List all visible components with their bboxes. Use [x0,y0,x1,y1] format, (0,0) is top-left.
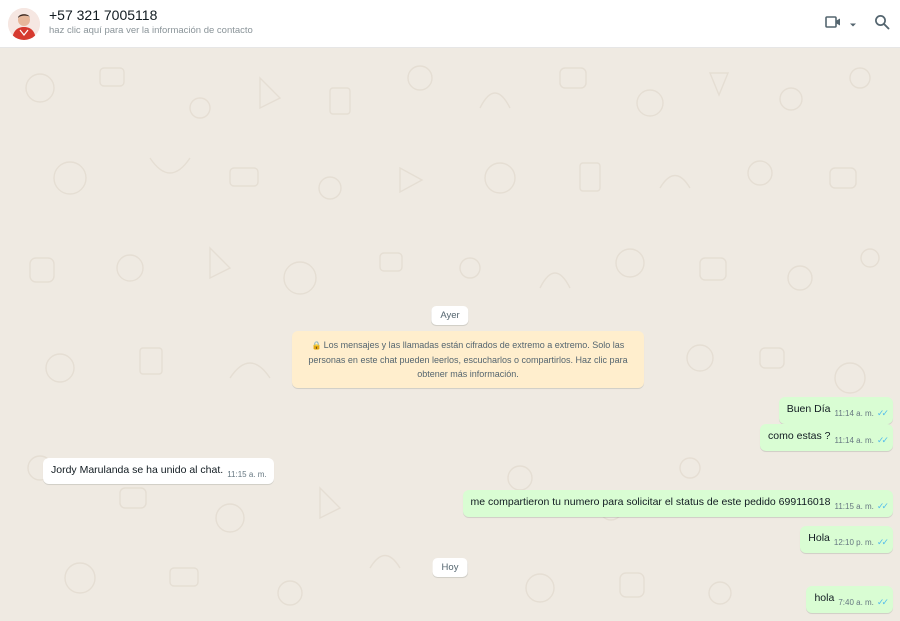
message-bubble-outgoing[interactable]: hola 7:40 a. m. ✓✓ [806,586,893,613]
message-time: 12:10 p. m. ✓✓ [833,537,889,547]
message-time: 11:15 a. m. [227,470,267,479]
message-time: 7:40 a. m. ✓✓ [838,597,889,607]
message-time: 11:15 a. m. ✓✓ [834,501,889,511]
chat-header: +57 321 7005118 haz clic aquí para ver l… [0,0,900,48]
video-call-button[interactable] [820,12,862,36]
search-button[interactable] [870,12,894,36]
double-check-icon: ✓✓ [876,408,889,418]
message-text: Jordy Marulanda se ha unido al chat. [51,464,224,476]
double-check-icon: ✓✓ [876,501,889,511]
chevron-down-icon [849,15,857,33]
encryption-notice-text: Los mensajes y las llamadas están cifrad… [308,340,628,379]
message-bubble-outgoing[interactable]: como estas ? 11:14 a. m. ✓✓ [760,424,893,451]
contact-info[interactable]: +57 321 7005118 haz clic aquí para ver l… [49,7,253,37]
message-bubble-outgoing[interactable]: Buen Día 11:14 a. m. ✓✓ [778,397,893,424]
double-check-icon: ✓✓ [876,435,889,445]
message-text: Hola [808,532,830,544]
encryption-notice[interactable]: 🔒 Los mensajes y las llamadas están cifra… [292,331,644,388]
message-text: me compartieron tu numero para solicitar… [470,496,831,508]
avatar[interactable] [8,8,40,40]
search-icon [874,14,890,35]
message-text: como estas ? [768,430,831,442]
message-bubble-incoming[interactable]: Jordy Marulanda se ha unido al chat. 11:1… [43,458,274,484]
message-time: 11:14 a. m. ✓✓ [834,408,889,418]
message-list[interactable]: Ayer 🔒 Los mensajes y las llamadas están … [0,48,900,621]
message-time: 11:14 a. m. ✓✓ [834,435,889,445]
whatsapp-chat-window: +57 321 7005118 haz clic aquí para ver l… [0,0,900,621]
message-text: hola [814,592,835,604]
lock-icon: 🔒 [311,341,322,350]
message-bubble-outgoing[interactable]: Hola 12:10 p. m. ✓✓ [800,526,893,553]
contact-name: +57 321 7005118 [49,7,158,23]
message-text: Buen Día [786,403,831,415]
video-camera-icon [825,15,843,34]
date-divider-today: Hoy [432,558,468,577]
message-bubble-outgoing[interactable]: me compartieron tu numero para solicitar… [462,490,893,517]
double-check-icon: ✓✓ [876,597,889,607]
double-check-icon: ✓✓ [876,537,889,547]
date-divider-yesterday: Ayer [431,306,469,325]
contact-info-hint: haz clic aquí para ver la información de… [49,25,253,36]
